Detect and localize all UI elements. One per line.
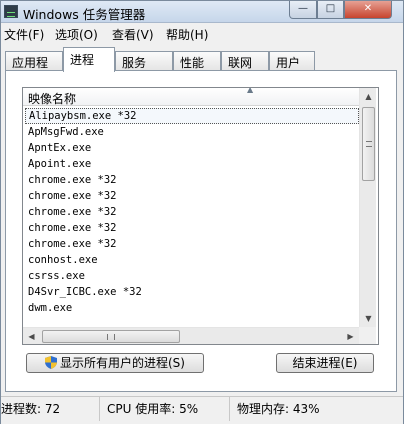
tab-applications[interactable]: 应用程序 (5, 51, 63, 87)
process-list[interactable]: 映像名称 ▲ Alipaybsm.exe *32 ApMsgFwd.exe Ap… (22, 87, 379, 345)
window-title: Windows 任务管理器 (23, 7, 146, 22)
status-bar: 进程数: 72 CPU 使用率: 5% 物理内存: 43% (1, 396, 403, 424)
process-row[interactable]: dwm.exe (25, 300, 359, 316)
menu-help[interactable]: 帮助(H) (166, 26, 208, 43)
tab-networking[interactable]: 联网 (221, 51, 269, 71)
horizontal-scroll-thumb[interactable] (42, 330, 180, 343)
status-physical-memory: 物理内存: 43% (237, 402, 320, 416)
process-rows: Alipaybsm.exe *32 ApMsgFwd.exe ApntEx.ex… (25, 108, 359, 316)
tab-processes[interactable]: 进程 (63, 47, 115, 72)
tab-services[interactable]: 服务 (115, 51, 173, 71)
tab-strip: 应用程序 进程 服务 性能 联网 用户 (1, 47, 403, 87)
menu-file[interactable]: 文件(F) (4, 26, 44, 43)
minimize-button[interactable]: — (289, 1, 317, 19)
process-row[interactable]: chrome.exe *32 (25, 204, 359, 220)
tab-performance[interactable]: 性能 (173, 51, 221, 71)
menu-options[interactable]: 选项(O) (55, 26, 98, 43)
process-row[interactable]: ApMsgFwd.exe (25, 124, 359, 140)
process-row[interactable]: ApntEx.exe (25, 140, 359, 156)
status-divider (229, 397, 230, 421)
process-row[interactable]: conhost.exe (25, 252, 359, 268)
uac-shield-icon (45, 356, 57, 369)
horizontal-scrollbar[interactable]: ◀ ▶ (23, 327, 359, 344)
status-process-count: 进程数: 72 (1, 402, 61, 416)
title-bar[interactable]: Windows 任务管理器 — □ ✕ (1, 1, 403, 23)
task-manager-window: Windows 任务管理器 — □ ✕ 文件(F) 选项(O) 查看(V) 帮助… (0, 0, 404, 424)
maximize-button[interactable]: □ (317, 1, 344, 19)
scroll-right-arrow-icon[interactable]: ▶ (342, 328, 359, 344)
process-row[interactable]: D4Svr_ICBC.exe *32 (25, 284, 359, 300)
vertical-scrollbar[interactable]: ▲ ▼ (359, 88, 376, 327)
menu-view[interactable]: 查看(V) (112, 26, 154, 43)
sort-ascending-icon: ▲ (247, 87, 254, 94)
column-header-image-name[interactable]: 映像名称 ▲ (23, 88, 359, 106)
process-row[interactable]: chrome.exe *32 (25, 220, 359, 236)
tab-users[interactable]: 用户 (269, 51, 315, 71)
scroll-up-arrow-icon[interactable]: ▲ (360, 88, 377, 105)
process-row[interactable]: chrome.exe *32 (25, 188, 359, 204)
process-row[interactable]: chrome.exe *32 (25, 172, 359, 188)
scroll-grip-icon (107, 334, 115, 340)
show-all-users-processes-label: 显示所有用户的进程(S) (60, 356, 185, 370)
vertical-scroll-thumb[interactable] (362, 107, 375, 181)
close-button[interactable]: ✕ (344, 1, 392, 19)
task-manager-app-icon (4, 5, 18, 18)
scroll-left-arrow-icon[interactable]: ◀ (23, 328, 40, 344)
process-row[interactable]: Apoint.exe (25, 156, 359, 172)
scroll-grip-icon (366, 141, 372, 147)
process-row[interactable]: csrss.exe (25, 268, 359, 284)
scroll-down-arrow-icon[interactable]: ▼ (360, 310, 377, 327)
end-process-button[interactable]: 结束进程(E) (276, 353, 374, 373)
process-row[interactable]: Alipaybsm.exe *32 (25, 108, 359, 124)
processes-panel: 映像名称 ▲ Alipaybsm.exe *32 ApMsgFwd.exe Ap… (5, 70, 397, 392)
scrollbar-corner (359, 327, 376, 344)
status-divider (99, 397, 100, 421)
column-header-label: 映像名称 (28, 92, 77, 106)
status-cpu-usage: CPU 使用率: 5% (107, 402, 199, 416)
show-all-users-processes-button[interactable]: 显示所有用户的进程(S) (26, 353, 204, 373)
menu-bar: 文件(F) 选项(O) 查看(V) 帮助(H) (1, 23, 403, 43)
process-row[interactable]: chrome.exe *32 (25, 236, 359, 252)
